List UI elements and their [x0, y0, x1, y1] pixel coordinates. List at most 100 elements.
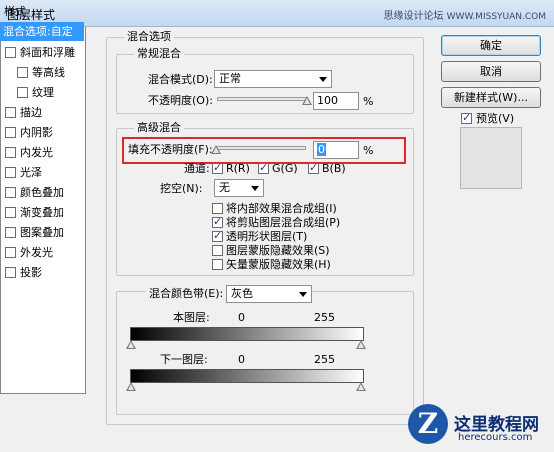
style-item-label: 内发光	[20, 146, 53, 159]
style-item-color-overlay[interactable]: 颜色叠加	[0, 183, 84, 202]
opacity-unit: %	[363, 95, 374, 108]
preview-label: 预览(V)	[476, 112, 515, 125]
style-item-label: 斜面和浮雕	[20, 46, 75, 59]
watermark-site: WWW.MISSYUAN.COM	[446, 12, 546, 22]
layer-mask-hides-checkbox[interactable]	[212, 245, 223, 256]
style-item-label: 投影	[20, 266, 42, 279]
this-layer-white-thumb[interactable]	[356, 340, 366, 349]
outer-glow-checkbox[interactable]	[5, 247, 16, 258]
preview-checkbox[interactable]	[461, 111, 472, 124]
style-item-satin[interactable]: 光泽	[0, 163, 84, 182]
blend-if-label: 混合颜色带(E):	[146, 287, 227, 300]
chevron-down-icon	[251, 186, 259, 191]
channel-b-checkbox[interactable]	[308, 161, 319, 174]
channel-r-label: R(R)	[226, 162, 250, 175]
style-item-label: 等高线	[32, 66, 65, 79]
style-list-header[interactable]: 样式	[0, 2, 84, 21]
style-item-label: 渐变叠加	[20, 206, 64, 219]
style-item-inner-shadow[interactable]: 内阴影	[0, 123, 84, 142]
underlying-layer-gradient	[130, 369, 364, 383]
general-blending-title: 常规混合	[134, 47, 184, 60]
channels-label: 通道:	[184, 162, 210, 175]
channel-g-label: G(G)	[272, 162, 298, 175]
bevel-emboss-checkbox[interactable]	[5, 47, 16, 58]
watermark-text: 思缘设计论坛 WWW.MISSYUAN.COM	[383, 7, 546, 22]
transparency-shapes-checkbox[interactable]	[212, 229, 223, 242]
watermark-logo-icon: Z	[408, 404, 448, 444]
watermark-name: 思缘设计论坛	[383, 11, 444, 22]
blend-mode-select[interactable]: 正常	[214, 70, 332, 88]
style-item-bevel-emboss[interactable]: 斜面和浮雕	[0, 43, 84, 62]
highlight-box	[122, 137, 406, 164]
stroke-checkbox[interactable]	[5, 107, 16, 118]
contour-checkbox[interactable]	[17, 67, 28, 78]
style-item-label: 图案叠加	[20, 226, 64, 239]
style-item-label: 描边	[20, 106, 42, 119]
opacity-label: 不透明度(O):	[148, 94, 213, 107]
style-item-gradient-overlay[interactable]: 渐变叠加	[0, 203, 84, 222]
cancel-button[interactable]: 取消	[441, 61, 541, 82]
pattern-overlay-checkbox[interactable]	[5, 227, 16, 238]
vector-mask-hides-label: 矢量蒙版隐藏效果(H)	[226, 258, 331, 271]
opacity-slider-thumb[interactable]	[302, 96, 312, 105]
vector-mask-hides-checkbox[interactable]	[212, 259, 223, 270]
style-item-label: 纹理	[32, 86, 54, 99]
this-layer-black-thumb[interactable]	[126, 340, 136, 349]
style-item-label: 内阴影	[20, 126, 53, 139]
style-item-pattern-overlay[interactable]: 图案叠加	[0, 223, 84, 242]
underlying-layer-black-thumb[interactable]	[126, 382, 136, 391]
style-list: 样式 混合选项:自定 斜面和浮雕 等高线 纹理 描边 内阴影 内发光 光泽 颜色…	[0, 0, 86, 394]
style-item-label: 光泽	[20, 166, 42, 179]
opacity-input[interactable]: 100	[313, 92, 359, 110]
knockout-label: 挖空(N):	[160, 182, 203, 195]
channel-g-checkbox[interactable]	[258, 161, 269, 174]
channel-b-label: B(B)	[322, 162, 346, 175]
layer-mask-hides-label: 图层蒙版隐藏效果(S)	[226, 244, 330, 257]
blend-interior-effects-label: 将内部效果混合成组(I)	[226, 202, 337, 215]
style-item-drop-shadow[interactable]: 投影	[0, 263, 84, 282]
blending-options-title: 混合选项	[124, 30, 174, 43]
knockout-select[interactable]: 无	[214, 179, 264, 197]
blend-interior-effects-checkbox[interactable]	[212, 203, 223, 214]
style-item-stroke[interactable]: 描边	[0, 103, 84, 122]
blend-mode-label: 混合模式(D):	[148, 73, 213, 86]
underlying-layer-label: 下一图层:	[160, 353, 208, 366]
this-layer-min: 0	[238, 311, 245, 324]
underlying-layer-white-thumb[interactable]	[356, 382, 366, 391]
channel-r-checkbox[interactable]	[212, 161, 223, 174]
underlying-layer-max: 255	[314, 353, 335, 366]
blend-clipped-layers-label: 将剪贴图层混合成组(P)	[226, 216, 341, 229]
chevron-down-icon	[319, 77, 327, 82]
inner-shadow-checkbox[interactable]	[5, 127, 16, 138]
blend-if-value: 灰色	[231, 287, 253, 300]
style-item-blending-options[interactable]: 混合选项:自定	[0, 22, 84, 41]
chevron-down-icon	[299, 292, 307, 297]
color-overlay-checkbox[interactable]	[5, 187, 16, 198]
drop-shadow-checkbox[interactable]	[5, 267, 16, 278]
this-layer-max: 255	[314, 311, 335, 324]
style-preview-swatch	[460, 127, 522, 189]
style-item-label: 颜色叠加	[20, 186, 64, 199]
knockout-value: 无	[219, 181, 230, 194]
style-item-contour[interactable]: 等高线	[0, 63, 84, 82]
underlying-layer-min: 0	[238, 353, 245, 366]
style-item-label: 外发光	[20, 246, 53, 259]
texture-checkbox[interactable]	[17, 87, 28, 98]
style-item-outer-glow[interactable]: 外发光	[0, 243, 84, 262]
inner-glow-checkbox[interactable]	[5, 147, 16, 158]
style-item-inner-glow[interactable]: 内发光	[0, 143, 84, 162]
opacity-slider[interactable]	[217, 97, 307, 101]
blend-clipped-layers-checkbox[interactable]	[212, 215, 223, 228]
gradient-overlay-checkbox[interactable]	[5, 207, 16, 218]
ok-button[interactable]: 确定	[441, 35, 541, 56]
blend-if-select[interactable]: 灰色	[226, 285, 312, 303]
this-layer-label: 本图层:	[173, 311, 210, 324]
transparency-shapes-label: 透明形状图层(T)	[226, 230, 308, 243]
this-layer-gradient	[130, 327, 364, 341]
watermark-site-url: herecours.com	[458, 432, 533, 443]
new-style-button[interactable]: 新建样式(W)...	[441, 87, 541, 108]
satin-checkbox[interactable]	[5, 167, 16, 178]
style-item-texture[interactable]: 纹理	[0, 83, 84, 102]
blend-mode-value: 正常	[219, 72, 241, 85]
advanced-blending-title: 高级混合	[134, 121, 184, 134]
